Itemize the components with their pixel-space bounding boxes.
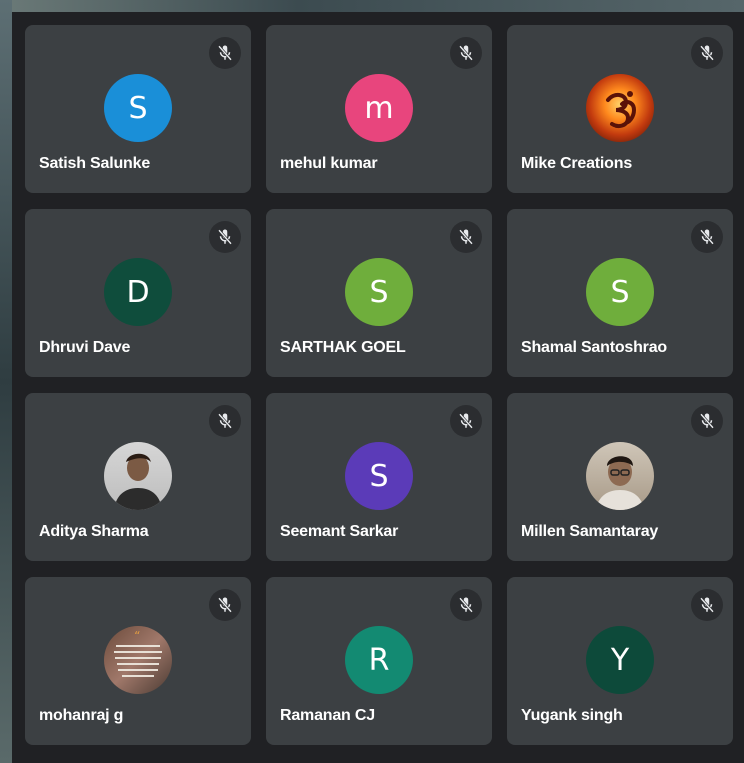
participant-name: Satish Salunke — [39, 155, 151, 172]
participant-tile[interactable]: S SARTHAK GOEL — [266, 209, 492, 377]
avatar: Y — [586, 626, 654, 694]
participant-name: Seemant Sarkar — [280, 523, 399, 540]
participant-name: Aditya Sharma — [39, 523, 149, 540]
participant-tile[interactable]: “ mohanraj g — [25, 577, 251, 745]
participant-tile[interactable]: Aditya Sharma — [25, 393, 251, 561]
participant-name: SARTHAK GOEL — [280, 339, 406, 356]
mic-off-icon[interactable] — [450, 405, 482, 437]
avatar: S — [104, 74, 172, 142]
participant-tile[interactable]: Y Yugank singh — [507, 577, 733, 745]
avatar: S — [345, 258, 413, 326]
avatar-photo: “ — [104, 626, 172, 694]
participant-tile[interactable]: Mike Creations — [507, 25, 733, 193]
avatar: D — [104, 258, 172, 326]
mic-off-icon[interactable] — [209, 37, 241, 69]
participant-grid: S Satish Salunke m mehul kumar Mike Crea… — [12, 12, 744, 763]
avatar: R — [345, 626, 413, 694]
participant-name: Mike Creations — [521, 155, 633, 172]
mic-off-icon[interactable] — [209, 221, 241, 253]
avatar: S — [345, 442, 413, 510]
background-left — [0, 0, 12, 763]
mic-off-icon[interactable] — [450, 589, 482, 621]
participant-tile[interactable]: D Dhruvi Dave — [25, 209, 251, 377]
mic-off-icon[interactable] — [691, 221, 723, 253]
avatar-photo — [586, 442, 654, 510]
svg-text:“: “ — [134, 629, 140, 643]
mic-off-icon[interactable] — [450, 221, 482, 253]
participant-tile[interactable]: R Ramanan CJ — [266, 577, 492, 745]
participant-name: Ramanan CJ — [280, 707, 375, 724]
participant-name: Millen Samantaray — [521, 523, 659, 540]
participant-name: Dhruvi Dave — [39, 339, 131, 356]
avatar-photo — [586, 74, 654, 142]
participant-tile[interactable]: Millen Samantaray — [507, 393, 733, 561]
mic-off-icon[interactable] — [691, 37, 723, 69]
avatar: S — [586, 258, 654, 326]
avatar: m — [345, 74, 413, 142]
mic-off-icon[interactable] — [691, 405, 723, 437]
mic-off-icon[interactable] — [450, 37, 482, 69]
avatar-photo — [104, 442, 172, 510]
participant-tile[interactable]: S Satish Salunke — [25, 25, 251, 193]
participant-name: Yugank singh — [521, 707, 623, 724]
mic-off-icon[interactable] — [691, 589, 723, 621]
participant-tile[interactable]: S Shamal Santoshrao — [507, 209, 733, 377]
participant-name: mehul kumar — [280, 155, 378, 172]
mic-off-icon[interactable] — [209, 405, 241, 437]
participant-name: mohanraj g — [39, 707, 124, 724]
participant-tile[interactable]: m mehul kumar — [266, 25, 492, 193]
participant-tile[interactable]: S Seemant Sarkar — [266, 393, 492, 561]
participant-name: Shamal Santoshrao — [521, 339, 667, 356]
mic-off-icon[interactable] — [209, 589, 241, 621]
background-top — [0, 0, 744, 12]
